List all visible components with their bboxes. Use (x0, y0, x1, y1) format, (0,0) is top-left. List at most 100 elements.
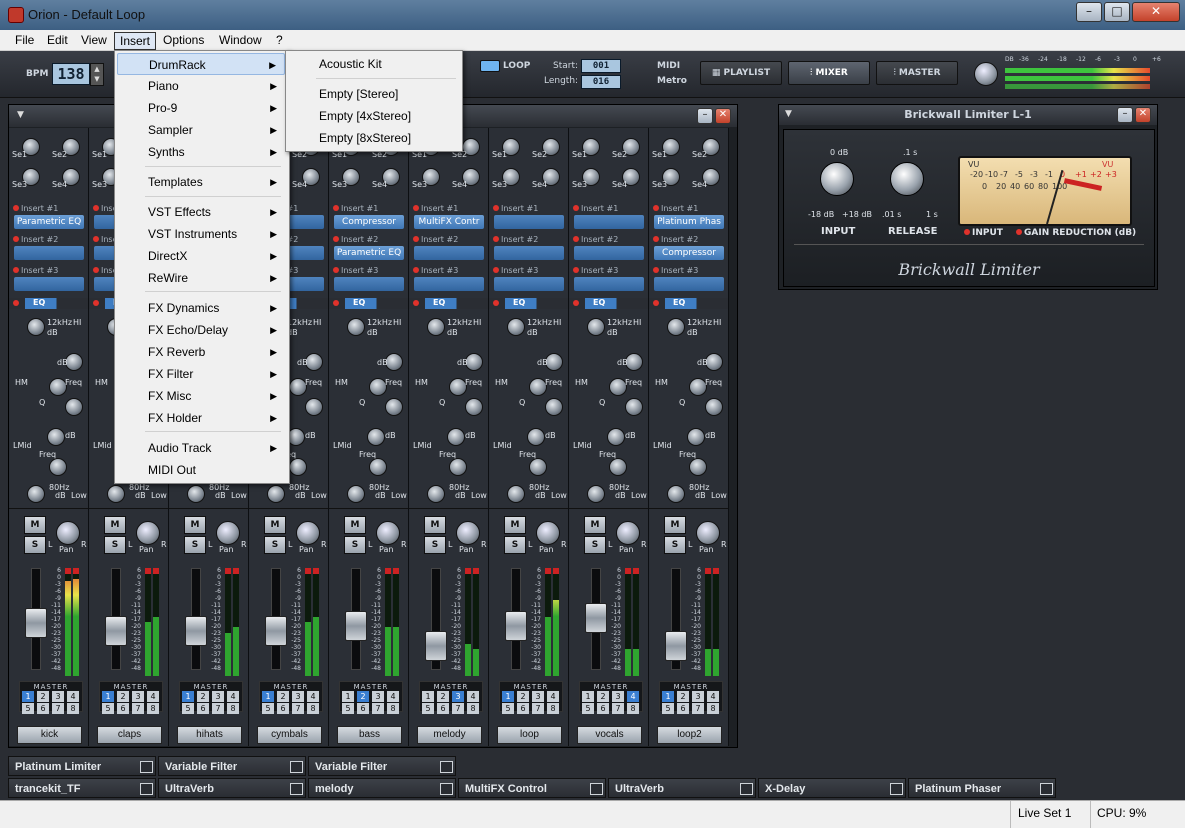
dock-panel[interactable]: Variable Filter (158, 756, 306, 776)
eq-knob[interactable] (427, 485, 445, 503)
route-button[interactable]: 4 (627, 691, 639, 702)
route-button[interactable]: 4 (147, 691, 159, 702)
mute-button[interactable]: M (664, 516, 686, 534)
route-button[interactable]: 3 (532, 691, 544, 702)
eq-knob[interactable] (449, 458, 467, 476)
channel-name[interactable]: hihats (177, 726, 242, 744)
solo-button[interactable]: S (504, 536, 526, 554)
channel-name[interactable]: claps (97, 726, 162, 744)
route-button[interactable]: 4 (227, 691, 239, 702)
route-button[interactable]: 6 (597, 703, 609, 714)
insert-led-icon[interactable] (493, 236, 499, 242)
eq-knob[interactable] (187, 485, 205, 503)
route-button[interactable]: 5 (342, 703, 354, 714)
eq-knob[interactable] (385, 398, 403, 416)
route-button[interactable]: 8 (547, 703, 559, 714)
eq-knob[interactable] (27, 318, 45, 336)
eq-knob[interactable] (667, 485, 685, 503)
menu-edit[interactable]: Edit (42, 32, 73, 48)
route-button[interactable]: 2 (437, 691, 449, 702)
menu-window[interactable]: Window (214, 32, 267, 48)
route-button[interactable]: 7 (692, 703, 704, 714)
eq-knob[interactable] (607, 428, 625, 446)
eq-knob[interactable] (289, 458, 307, 476)
route-button[interactable]: 7 (532, 703, 544, 714)
dock-panel[interactable]: UltraVerb (158, 778, 306, 798)
solo-button[interactable]: S (264, 536, 286, 554)
solo-button[interactable]: S (24, 536, 46, 554)
eq-led-icon[interactable] (93, 300, 99, 306)
channel-name[interactable]: vocals (577, 726, 642, 744)
start-field[interactable]: 001 (581, 59, 621, 73)
menu-item-fx-dynamics[interactable]: FX Dynamics ▶ (117, 297, 285, 319)
pan-knob[interactable] (136, 521, 160, 545)
route-button[interactable]: 5 (182, 703, 194, 714)
insert-slot[interactable] (574, 246, 644, 260)
route-button[interactable]: 4 (547, 691, 559, 702)
dock-restore-button[interactable] (890, 783, 903, 795)
insert-led-icon[interactable] (333, 236, 339, 242)
dock-restore-button[interactable] (440, 783, 453, 795)
menu-item-fx-holder[interactable]: FX Holder ▶ (117, 407, 285, 429)
dock-panel[interactable]: UltraVerb (608, 778, 756, 798)
menu-item-rewire[interactable]: ReWire ▶ (117, 267, 285, 289)
menu-insert[interactable]: Insert (114, 32, 157, 50)
insert-slot[interactable]: Compressor (334, 215, 404, 229)
insert-led-icon[interactable] (93, 205, 99, 211)
channel-name[interactable]: loop (497, 726, 562, 744)
dock-panel[interactable]: Platinum Phaser (908, 778, 1056, 798)
eq-knob[interactable] (587, 485, 605, 503)
submenu-item[interactable]: Acoustic Kit (288, 53, 458, 75)
solo-button[interactable]: S (424, 536, 446, 554)
maximize-button[interactable]: □ (1104, 2, 1130, 22)
eq-led-icon[interactable] (573, 300, 579, 306)
route-button[interactable]: 6 (517, 703, 529, 714)
route-button[interactable]: 1 (662, 691, 674, 702)
channel-name[interactable]: cymbals (257, 726, 322, 744)
insert-led-icon[interactable] (653, 236, 659, 242)
limiter-minimize-button[interactable]: – (1117, 107, 1133, 123)
route-button[interactable]: 5 (102, 703, 114, 714)
pan-knob[interactable] (56, 521, 80, 545)
route-button[interactable]: 6 (677, 703, 689, 714)
insert-slot[interactable]: Parametric EQ (14, 215, 84, 229)
channel-name[interactable]: loop2 (657, 726, 722, 744)
insert-slot[interactable] (414, 246, 484, 260)
insert-slot[interactable]: Platinum Phas (654, 215, 724, 229)
eq-knob[interactable] (347, 318, 365, 336)
route-button[interactable]: 4 (307, 691, 319, 702)
route-button[interactable]: 4 (67, 691, 79, 702)
mixer-close-button[interactable]: ✕ (715, 108, 731, 124)
mixer-button[interactable]: ⫶ MIXER (788, 61, 870, 85)
menu-item-sampler[interactable]: Sampler ▶ (117, 119, 285, 141)
eq-led-icon[interactable] (13, 300, 19, 306)
mute-button[interactable]: M (104, 516, 126, 534)
eq-knob[interactable] (609, 458, 627, 476)
route-button[interactable]: 8 (307, 703, 319, 714)
route-button[interactable]: 1 (22, 691, 34, 702)
eq-knob[interactable] (367, 428, 385, 446)
volume-fader[interactable] (105, 616, 127, 646)
route-button[interactable]: 5 (582, 703, 594, 714)
pan-knob[interactable] (376, 521, 400, 545)
pan-knob[interactable] (696, 521, 720, 545)
pan-knob[interactable] (616, 521, 640, 545)
route-button[interactable]: 4 (387, 691, 399, 702)
route-button[interactable]: 8 (467, 703, 479, 714)
eq-knob[interactable] (305, 398, 323, 416)
metro-label[interactable]: Metro (657, 76, 687, 86)
route-button[interactable]: 2 (37, 691, 49, 702)
route-button[interactable]: 5 (262, 703, 274, 714)
solo-button[interactable]: S (664, 536, 686, 554)
pan-knob[interactable] (216, 521, 240, 545)
route-button[interactable]: 1 (502, 691, 514, 702)
route-button[interactable]: 8 (227, 703, 239, 714)
mute-button[interactable]: M (424, 516, 446, 534)
menu-item-drumrack[interactable]: DrumRack ▶ (117, 53, 285, 75)
release-knob[interactable] (890, 162, 924, 196)
pan-knob[interactable] (536, 521, 560, 545)
volume-fader[interactable] (425, 631, 447, 661)
insert-slot[interactable]: Parametric EQ (334, 246, 404, 260)
eq-knob[interactable] (545, 398, 563, 416)
route-button[interactable]: 6 (37, 703, 49, 714)
